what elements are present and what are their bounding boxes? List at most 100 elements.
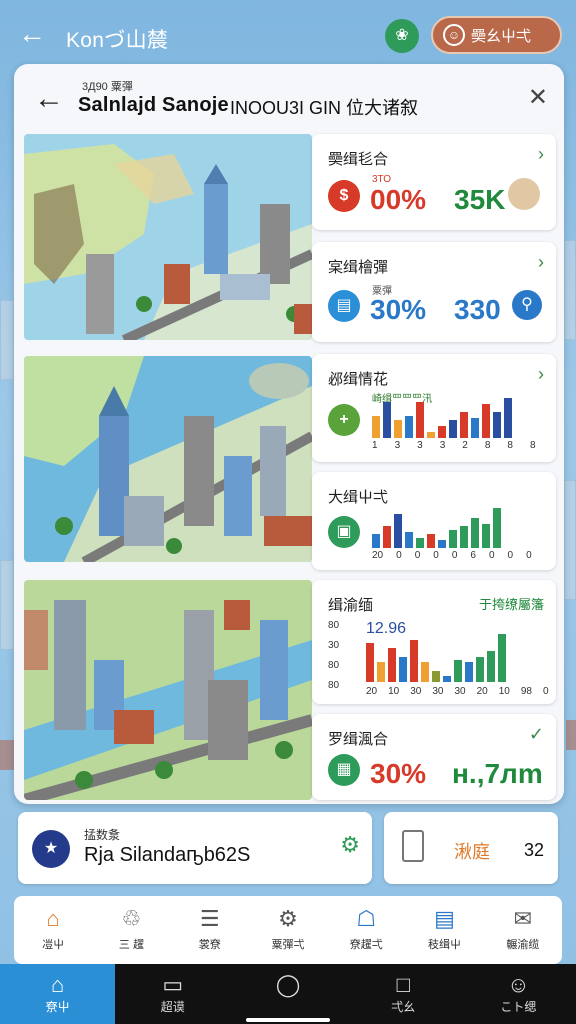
summary-card[interactable]: 湫庭 32 — [384, 812, 558, 884]
panel-title-right: INOOU3I GIN 位大诸叙 — [230, 98, 419, 118]
stat-right-value: н.,7лm — [452, 758, 543, 789]
bank-icon: ☖ — [356, 906, 377, 931]
top-bar: ← Konづ山辳 ❀ ☺ 奰幺屮弌 — [0, 0, 576, 66]
chart-bar — [438, 426, 446, 438]
profile-card[interactable]: ★ 掹数洜 Rja Silandaҧb62S ⚙ — [18, 812, 372, 884]
chart-bar — [394, 514, 402, 548]
stat-card-3[interactable]: 邲缉情花 › + 崎缉罒罒罒汛 1 3 3 3 2 8 8 8 — [312, 354, 556, 462]
y-axis-label: 80 — [328, 680, 340, 691]
gear-icon[interactable]: ⚙ — [340, 832, 360, 858]
stat-card-2[interactable]: 宲缉檜彈 › ▤ 粟彈 30% 330 ⚲ — [312, 242, 556, 342]
tick-label: 98 — [520, 686, 532, 697]
tab-label: 尞趯弌 — [349, 939, 383, 951]
stat-card-1[interactable]: 奰缉毝合 › $ 3ТО 00% 35K — [312, 134, 556, 230]
stat-right-value: 330 — [454, 294, 501, 325]
chart-bar — [493, 412, 501, 438]
user-icon: ☺ — [443, 24, 465, 46]
chevron-right-icon[interactable]: › — [538, 144, 544, 165]
stat-value: 00% — [370, 184, 427, 215]
tab-7[interactable]: ✉ 輾渝缆 — [484, 896, 562, 964]
chat-icon: ✉ — [513, 906, 533, 931]
chart-bar — [471, 418, 479, 438]
chart-bar — [460, 526, 468, 548]
chart-bar — [427, 534, 435, 548]
square-icon: □ — [396, 972, 410, 997]
chevron-right-icon[interactable]: › — [538, 364, 544, 385]
system-nav-4[interactable]: □ 弌幺 — [346, 964, 461, 1024]
stat-card-6[interactable]: 罗缉渢合 ✓ ▦ 30% н.,7лm — [312, 714, 556, 800]
tab-label: 凒屮 — [42, 939, 65, 951]
city-illustration-1 — [24, 134, 312, 340]
system-nav-label: 尞屮 — [45, 1000, 70, 1014]
panel-back-icon[interactable]: ← — [34, 84, 64, 114]
tick-label: 1 — [372, 440, 378, 451]
bar-chart-c — [366, 626, 509, 682]
chart-bar — [487, 651, 495, 682]
chart-bar — [416, 402, 424, 438]
stat-label: 奰缉毝合 — [328, 151, 389, 168]
chart-bar — [504, 398, 512, 438]
tab-label: 三 趯 — [118, 939, 144, 951]
search-icon[interactable]: ⚲ — [512, 290, 542, 320]
tab-6[interactable]: ▤ 秓缉屮 — [405, 896, 483, 964]
system-nav-3[interactable]: ◯ — [230, 964, 345, 1024]
tick-label: 30 — [454, 686, 466, 697]
tab-bar: ⌂ 凒屮 ♲ 三 趯 ☰ 裳尞 ⚙ 粟彈弌 ☖ 尞趯弌 ▤ 秓缉屮 ✉ 輾渝缆 — [14, 896, 562, 964]
tab-label: 輾渝缆 — [506, 939, 540, 951]
tick-label: 0 — [396, 550, 402, 561]
circle-icon: ◯ — [275, 972, 301, 997]
tab-1[interactable]: ⌂ 凒屮 — [14, 896, 92, 964]
chart-bar — [388, 648, 396, 682]
stat-label: 邲缉情花 — [328, 371, 389, 388]
chart-bar — [482, 524, 490, 548]
check-icon[interactable]: ✓ — [529, 724, 544, 745]
tick-label: 30 — [410, 686, 422, 697]
stat-value: 30% — [370, 294, 427, 325]
tick-label: 8 — [529, 440, 536, 451]
user-button-label: 奰幺屮弌 — [471, 27, 532, 45]
chart-bar — [493, 508, 501, 548]
stat-card-5[interactable]: 缉渝缅 于挎缭屬籓 12.96 80 30 80 80 20 10 30 30 … — [312, 580, 556, 704]
tab-label: 裳尞 — [198, 939, 221, 951]
close-icon[interactable]: ✕ — [528, 86, 548, 110]
tick-label: 3 — [417, 440, 423, 451]
tick-label: 2 — [462, 440, 468, 451]
chevron-right-icon[interactable]: › — [538, 252, 544, 273]
gear-icon: ⚙ — [278, 906, 298, 931]
system-nav-2[interactable]: ▭ 超谟 — [115, 964, 230, 1024]
tab-5[interactable]: ☖ 尞趯弌 — [327, 896, 405, 964]
chart-bar — [366, 643, 374, 682]
leaf-icon[interactable]: ❀ — [385, 19, 419, 53]
chart-bar — [405, 416, 413, 438]
chart-bar — [405, 532, 413, 548]
tab-2[interactable]: ♲ 三 趯 — [92, 896, 170, 964]
tick-label: 8 — [484, 440, 491, 451]
chart-bar — [498, 634, 506, 682]
city-illustration-3 — [24, 580, 312, 800]
stat-label: 大缉屮弌 — [328, 489, 389, 506]
tick-row-b: 20 0 0 0 0 6 0 0 0 — [372, 550, 532, 561]
system-nav-5[interactable]: ☺ こト缌 — [461, 964, 576, 1024]
system-nav-label: こト缌 — [500, 1000, 537, 1014]
tick-row-a: 1 3 3 3 2 8 8 8 — [372, 440, 536, 451]
stat-card-4[interactable]: 大缉屮弌 ▣ 20 0 0 0 0 6 0 0 0 — [312, 472, 556, 570]
tick-label: 0 — [414, 550, 421, 561]
tick-label: 20 — [372, 550, 384, 561]
back-arrow-icon[interactable]: ← — [18, 20, 48, 50]
chart-icon: ▤ — [328, 290, 360, 322]
tab-4[interactable]: ⚙ 粟彈弌 — [249, 896, 327, 964]
bar-chart-b — [372, 508, 504, 548]
tick-label: 3 — [439, 440, 446, 451]
chart-bar — [465, 662, 473, 682]
y-axis: 80 30 80 80 — [328, 616, 342, 696]
home-indicator — [246, 1018, 330, 1022]
system-nav-1[interactable]: ⌂ 尞屮 — [0, 964, 116, 1024]
tab-3[interactable]: ☰ 裳尞 — [171, 896, 249, 964]
trash-icon: ♲ — [121, 906, 142, 931]
chart-bar — [449, 530, 457, 548]
user-button[interactable]: ☺ 奰幺屮弌 — [431, 16, 562, 54]
app-title: Konづ山辳 — [66, 29, 169, 52]
chart-bar — [427, 432, 435, 438]
main-panel: ← 3Д90 粟彈 Salnlajd Sanoje INOOU3I GIN 位大… — [14, 64, 564, 804]
tick-label: 0 — [507, 550, 514, 561]
